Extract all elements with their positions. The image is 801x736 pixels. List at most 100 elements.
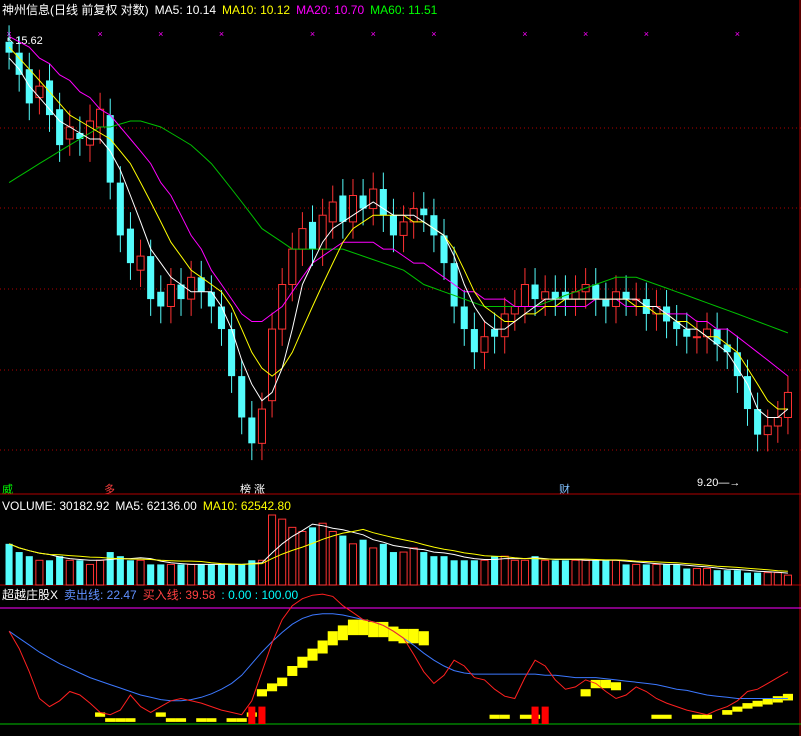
volume-bar-34 [348, 543, 358, 586]
volume-bar-50 [510, 559, 519, 586]
volume-bar-60 [611, 559, 621, 586]
candle-body-0 [5, 41, 13, 53]
indicator-bar-60 [610, 682, 622, 691]
volume-bar-22 [228, 564, 236, 585]
indicator-bar-35 [358, 619, 369, 636]
indicator-bar-48 [489, 714, 500, 719]
candle-body-28 [288, 248, 297, 286]
candle-body-30 [308, 221, 317, 250]
indicator-bar-20 [206, 718, 217, 722]
volume-bar-1 [15, 552, 23, 585]
volume-bar-4 [45, 560, 54, 585]
indicator-bar-58 [590, 679, 601, 689]
indicator-bar-28 [287, 666, 298, 676]
candle-body-51 [520, 284, 529, 307]
signal-marker-21: × [219, 29, 224, 39]
candle-body-52 [531, 284, 539, 300]
indicator-bar-71 [722, 710, 733, 715]
candle-body-21 [217, 306, 226, 330]
ma20-line [8, 35, 789, 377]
indicator-bar-51 [519, 714, 530, 719]
volume-bar-23 [238, 564, 246, 585]
volume-bar-61 [622, 564, 630, 585]
volume-bar-65 [663, 564, 671, 585]
volume-bar-58 [592, 560, 600, 585]
volume-bar-11 [116, 556, 124, 585]
indicator-bar-69 [701, 714, 713, 719]
indicator-bar-27 [277, 677, 288, 687]
volume-bar-38 [389, 552, 397, 585]
candle-body-25 [257, 408, 266, 444]
indicator-bar-68 [691, 714, 702, 719]
volume-bar-62 [632, 563, 641, 586]
candle-body-33 [339, 195, 347, 222]
indicator-bar-64 [651, 714, 662, 719]
volume-bar-44 [450, 560, 458, 585]
indicator-bar-15 [155, 712, 166, 717]
indicator-bar-65 [661, 714, 672, 719]
volume-bar-2 [25, 556, 33, 585]
indicator-bar-41 [418, 631, 429, 646]
candle-body-46 [470, 329, 478, 353]
volume-bar-36 [369, 547, 378, 586]
volume-bar-15 [157, 564, 165, 585]
volume-bar-71 [723, 570, 731, 585]
volume-bar-26 [268, 514, 277, 586]
candle-body-50 [510, 305, 519, 315]
signal-marker-36: × [371, 29, 376, 39]
volume-bar-67 [683, 568, 691, 585]
candle-body-11 [116, 182, 124, 236]
indicator-red-bar-25 [258, 706, 266, 724]
indicator-bar-29 [297, 656, 308, 668]
candle-body-48 [491, 329, 499, 337]
indicator-bar-49 [499, 714, 510, 719]
candle-body-23 [238, 376, 246, 418]
indicator-bar-22 [226, 718, 237, 722]
candle-body-76 [773, 416, 782, 427]
indicator-bar-57 [580, 689, 591, 697]
candle-body-53 [541, 291, 550, 300]
volume-bar-56 [571, 559, 580, 586]
indicator-bar-59 [600, 679, 611, 689]
volume-bar-59 [602, 560, 610, 585]
volume-bar-46 [470, 560, 478, 585]
indicator-red-bar-53 [541, 706, 549, 724]
volume-bar-57 [581, 559, 590, 586]
volume-bar-19 [197, 564, 205, 585]
volume-bar-54 [551, 560, 559, 585]
volume-bar-47 [480, 559, 489, 586]
candle-body-5 [56, 109, 64, 146]
volume-bar-3 [35, 559, 44, 586]
indicator-bar-12 [125, 718, 136, 722]
volume-bar-77 [783, 574, 792, 586]
volume-bar-64 [652, 563, 661, 586]
candle-body-59 [602, 299, 610, 307]
candle-body-37 [379, 189, 387, 216]
volume-ma10-line [8, 528, 788, 572]
volume-bar-14 [147, 564, 155, 585]
volume-ma5-line [8, 523, 788, 574]
indicator-bar-32 [327, 631, 338, 646]
indicator-bar-23 [236, 718, 247, 722]
volume-bar-70 [713, 570, 721, 585]
volume-bar-12 [126, 560, 134, 585]
candle-body-74 [754, 409, 762, 435]
volume-bar-73 [743, 572, 752, 585]
candle-body-16 [166, 284, 175, 307]
buy-line [8, 593, 789, 716]
indicator-red-bar-52 [531, 706, 539, 724]
candle-body-61 [622, 291, 630, 300]
indicator-bar-75 [762, 698, 773, 705]
indicator-red-bar-24 [248, 706, 256, 724]
volume-bar-13 [136, 559, 145, 586]
candle-body-29 [298, 228, 307, 250]
candle-body-9 [96, 108, 105, 128]
volume-bar-75 [763, 572, 772, 586]
candle-body-24 [248, 417, 256, 444]
volume-bar-41 [420, 552, 428, 585]
stock-chart[interactable]: ××××××××××× [0, 0, 801, 736]
volume-bar-30 [308, 527, 317, 585]
indicator-bar-19 [196, 718, 207, 722]
volume-bar-10 [106, 552, 114, 585]
candle-body-38 [389, 215, 397, 236]
